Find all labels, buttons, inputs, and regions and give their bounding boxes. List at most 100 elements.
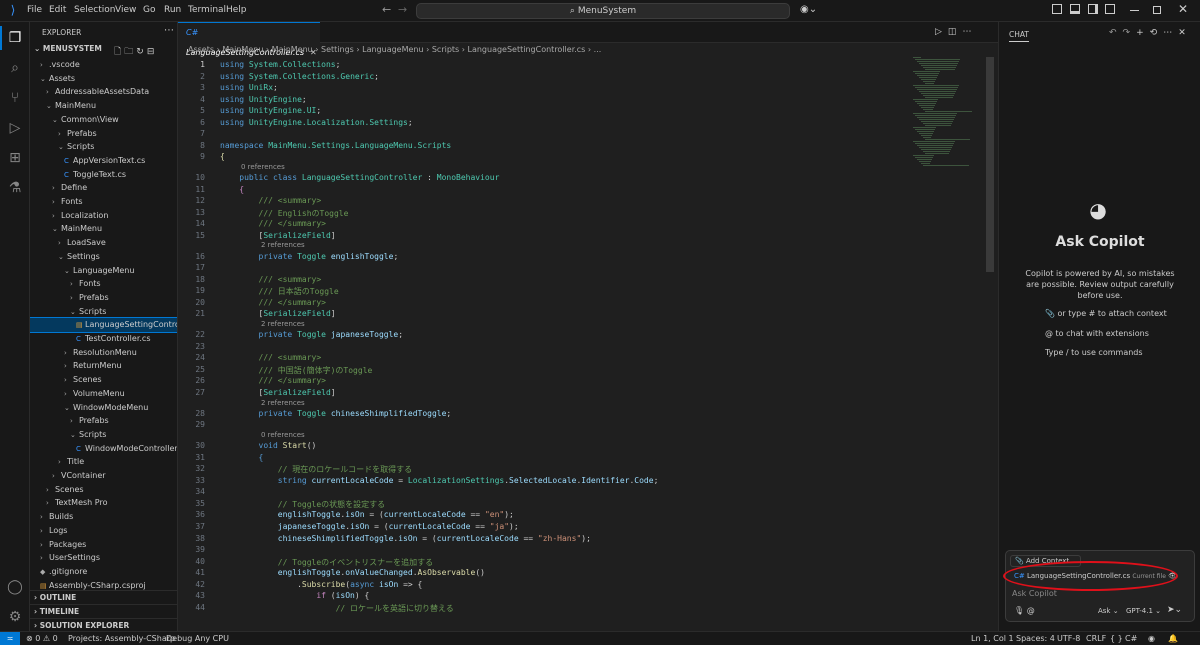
folder-item[interactable]: › AddressableAssetsData bbox=[30, 85, 177, 99]
run-icon[interactable]: ▷ bbox=[935, 27, 948, 37]
new-folder-icon[interactable]: 🗀 bbox=[124, 47, 136, 57]
workspace-root[interactable]: ⌄ MENUSYSTEM bbox=[34, 44, 102, 53]
more-actions-icon[interactable]: ⋯ bbox=[164, 25, 174, 36]
redo-icon[interactable]: ↷ bbox=[1123, 28, 1137, 38]
copilot-icon[interactable]: ◉⌄ bbox=[800, 4, 817, 15]
folder-item[interactable]: › Prefabs bbox=[30, 127, 177, 141]
refresh-icon[interactable]: ↻ bbox=[136, 47, 147, 57]
braces-icon[interactable]: { } bbox=[1110, 632, 1123, 645]
folder-item[interactable]: ⌄ MainMenu bbox=[30, 222, 177, 236]
chat-header[interactable]: CHAT bbox=[1009, 30, 1030, 42]
folder-item[interactable]: › Scenes bbox=[30, 483, 177, 497]
solution-explorer-section[interactable]: › SOLUTION EXPLORER bbox=[30, 618, 177, 631]
folder-item[interactable]: › Define bbox=[30, 181, 177, 195]
testing-icon[interactable]: ⚗ bbox=[5, 178, 25, 198]
file-item[interactable]: C WindowModeController.cs bbox=[30, 442, 177, 456]
close-icon[interactable]: ✕ bbox=[1178, 28, 1192, 38]
source-control-icon[interactable]: ⑂ bbox=[5, 88, 25, 108]
folder-item[interactable]: › Packages bbox=[30, 538, 177, 552]
menu-selection[interactable]: Selection bbox=[74, 5, 115, 15]
chat-input[interactable]: Ask Copilot bbox=[1012, 589, 1057, 598]
notifications-icon[interactable]: 🔔 bbox=[1168, 632, 1178, 645]
remote-icon[interactable]: ≍ bbox=[0, 632, 20, 645]
folder-item[interactable]: ⌄ Common\View bbox=[30, 113, 177, 127]
mic-icon[interactable]: 🎙 bbox=[1014, 606, 1024, 615]
settings-gear-icon[interactable]: ⚙ bbox=[5, 607, 25, 627]
search-icon[interactable]: ⌕ bbox=[5, 58, 25, 78]
menu-terminal[interactable]: Terminal bbox=[188, 5, 226, 15]
timeline-section[interactable]: › TIMELINE bbox=[30, 604, 177, 617]
minimap[interactable] bbox=[913, 57, 983, 177]
menu-edit[interactable]: Edit bbox=[49, 5, 66, 15]
folder-item[interactable]: ⌄ LanguageMenu bbox=[30, 264, 177, 278]
file-item[interactable]: ▤LanguageSettingControll... bbox=[30, 317, 177, 333]
folder-item[interactable]: › Title bbox=[30, 455, 177, 469]
folder-item[interactable]: › Fonts bbox=[30, 195, 177, 209]
toggle-panel-icon[interactable] bbox=[1070, 4, 1080, 14]
restore-icon[interactable] bbox=[1153, 6, 1161, 14]
menu-go[interactable]: Go bbox=[143, 5, 155, 15]
codelens-references[interactable]: 2 references bbox=[261, 399, 305, 407]
code-editor[interactable]: 1 using System.Collections; 2 using System.… bbox=[178, 57, 998, 631]
config-status[interactable]: Debug Any CPU bbox=[166, 632, 229, 645]
folder-item[interactable]: ⌄ MainMenu bbox=[30, 99, 177, 113]
menu-view[interactable]: View bbox=[115, 5, 136, 15]
more-icon[interactable]: ⋯ bbox=[1163, 28, 1178, 38]
split-editor-icon[interactable]: ◫ bbox=[948, 27, 963, 37]
editor-scrollbar[interactable] bbox=[986, 57, 994, 272]
folder-item[interactable]: ⌄ Settings bbox=[30, 250, 177, 264]
folder-item[interactable]: › Builds bbox=[30, 510, 177, 524]
explorer-icon[interactable]: ❐ bbox=[5, 28, 25, 48]
customize-layout-icon[interactable] bbox=[1105, 4, 1115, 14]
encoding[interactable]: UTF-8 bbox=[1057, 632, 1080, 645]
file-item[interactable]: C TestController.cs bbox=[30, 332, 177, 346]
folder-item[interactable]: › .vscode bbox=[30, 58, 177, 72]
folder-item[interactable]: › ReturnMenu bbox=[30, 359, 177, 373]
folder-item[interactable]: › Fonts bbox=[30, 277, 177, 291]
folder-item[interactable]: › Prefabs bbox=[30, 414, 177, 428]
account-icon[interactable]: ◯ bbox=[5, 577, 25, 597]
codelens-references[interactable]: 2 references bbox=[261, 320, 305, 328]
copilot-status-icon[interactable]: ◉ bbox=[1148, 632, 1155, 645]
folder-item[interactable]: ⌄ Scripts bbox=[30, 428, 177, 442]
menu-run[interactable]: Run bbox=[164, 5, 181, 15]
mode-dropdown[interactable]: Ask ⌄ bbox=[1098, 607, 1119, 615]
history-icon[interactable]: ⟲ bbox=[1150, 28, 1164, 38]
breadcrumb[interactable]: Assets › MainMenu › MainMenu › Settings … bbox=[178, 43, 601, 57]
codelens-references[interactable]: 0 references bbox=[241, 163, 285, 171]
folder-item[interactable]: › Scenes bbox=[30, 373, 177, 387]
new-file-icon[interactable]: 🗋 bbox=[114, 47, 124, 57]
minimize-icon[interactable] bbox=[1130, 10, 1139, 11]
send-icon[interactable]: ➤⌄ bbox=[1167, 605, 1182, 615]
language-mode[interactable]: C# bbox=[1125, 632, 1137, 645]
folder-item[interactable]: ⌄ Scripts bbox=[30, 305, 177, 319]
file-item[interactable]: ◆ .gitignore bbox=[30, 565, 177, 579]
forward-arrow-icon[interactable]: → bbox=[398, 3, 407, 16]
folder-item[interactable]: › VContainer bbox=[30, 469, 177, 483]
file-item[interactable]: C AppVersionText.cs bbox=[30, 154, 177, 168]
menu-help[interactable]: Help bbox=[226, 5, 247, 15]
extensions-icon[interactable]: ⊞ bbox=[5, 148, 25, 168]
close-icon[interactable]: ✕ bbox=[1178, 2, 1188, 16]
collapse-all-icon[interactable]: ⊟ bbox=[147, 47, 158, 57]
command-center-search[interactable]: ⌕ MenuSystem bbox=[416, 3, 790, 19]
codelens-references[interactable]: 0 references bbox=[261, 431, 305, 439]
folder-item[interactable]: ⌄ Assets bbox=[30, 72, 177, 86]
file-item[interactable]: C ToggleText.cs bbox=[30, 168, 177, 182]
toggle-secondary-sidebar-icon[interactable] bbox=[1088, 4, 1098, 14]
more-actions-icon[interactable]: ⋯ bbox=[962, 27, 977, 37]
folder-item[interactable]: ⌄ Scripts bbox=[30, 140, 177, 154]
cursor-position[interactable]: Ln 1, Col 1 bbox=[971, 632, 1014, 645]
run-debug-icon[interactable]: ▷ bbox=[5, 118, 25, 138]
indentation[interactable]: Spaces: 4 bbox=[1016, 632, 1055, 645]
toggle-sidebar-icon[interactable] bbox=[1052, 4, 1062, 14]
folder-item[interactable]: › LoadSave bbox=[30, 236, 177, 250]
folder-item[interactable]: › Logs bbox=[30, 524, 177, 538]
folder-item[interactable]: ⌄ WindowModeMenu bbox=[30, 401, 177, 415]
folder-item[interactable]: › TextMesh Pro bbox=[30, 496, 177, 510]
outline-section[interactable]: › OUTLINE bbox=[30, 590, 177, 603]
at-icon[interactable]: @ bbox=[1027, 606, 1035, 615]
folder-item[interactable]: › Localization bbox=[30, 209, 177, 223]
codelens-references[interactable]: 2 references bbox=[261, 241, 305, 249]
menu-file[interactable]: File bbox=[27, 5, 42, 15]
